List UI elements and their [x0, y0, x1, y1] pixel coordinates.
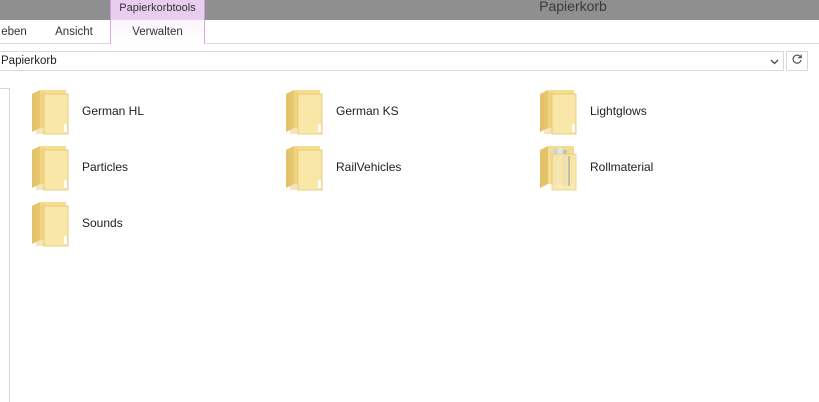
- address-bar[interactable]: Papierkorb: [0, 51, 784, 71]
- tab-freigeben[interactable]: eben: [0, 20, 31, 44]
- refresh-icon: [791, 52, 803, 70]
- folder-icon: [30, 88, 74, 138]
- list-item[interactable]: Particles: [30, 144, 270, 196]
- chevron-down-icon[interactable]: [767, 54, 781, 69]
- tab-ansicht[interactable]: Ansicht: [50, 20, 98, 44]
- list-item[interactable]: Sounds: [30, 200, 270, 252]
- list-item[interactable]: Rollmaterial: [538, 144, 778, 196]
- list-item[interactable]: German HL: [30, 88, 270, 140]
- list-item[interactable]: RailVehicles: [284, 144, 524, 196]
- item-name: German KS: [336, 104, 399, 118]
- item-name: RailVehicles: [336, 160, 402, 174]
- ribbon-tab-strip: eben Ansicht Verwalten: [0, 20, 819, 44]
- item-name: German HL: [82, 104, 145, 118]
- refresh-button[interactable]: [786, 51, 808, 71]
- list-item[interactable]: Lightglows: [538, 88, 778, 140]
- item-name: Particles: [82, 160, 129, 174]
- folder-icon: [30, 144, 74, 194]
- title-bar: Papierkorbtools Papierkorb: [0, 0, 819, 20]
- address-bar-row: Papierkorb: [0, 44, 819, 78]
- item-name: Lightglows: [590, 104, 647, 118]
- navigation-pane[interactable]: [0, 88, 10, 402]
- list-item[interactable]: German KS: [284, 88, 524, 140]
- folder-icon: [30, 200, 74, 250]
- tab-verwalten[interactable]: Verwalten: [110, 20, 205, 44]
- folder-icon: [284, 88, 328, 138]
- folder-icon: [538, 88, 582, 138]
- context-tab-group-label: Papierkorbtools: [110, 0, 205, 20]
- folder-icon: [284, 144, 328, 194]
- address-path[interactable]: Papierkorb: [1, 52, 57, 71]
- item-name: Rollmaterial: [590, 160, 654, 174]
- item-name: Sounds: [82, 216, 123, 230]
- folder-open-icon: [538, 144, 582, 194]
- window-title: Papierkorb: [539, 0, 607, 14]
